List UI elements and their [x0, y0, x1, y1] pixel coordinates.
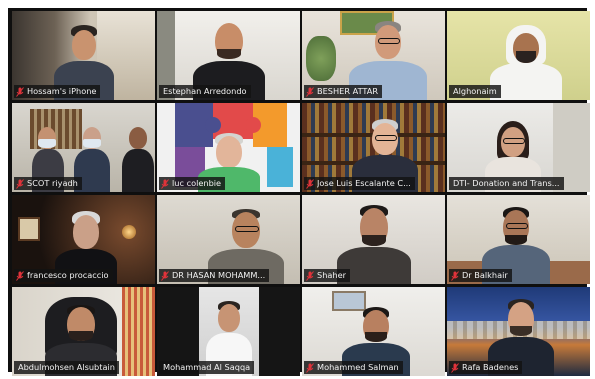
participant-name: luc colenbie — [172, 178, 222, 188]
participant-name-label: DR HASAN MOHAMM... — [159, 269, 270, 282]
video-grid: Hossam's iPhone Estephan Arredondo BESHE… — [12, 11, 590, 376]
participant-name: Jose Luis Escalante C... — [317, 178, 411, 188]
video-tile-active-speaker[interactable]: Estephan Arredondo — [157, 11, 300, 100]
video-tile[interactable]: BESHER ATTAR — [302, 11, 445, 100]
mic-muted-icon — [16, 86, 24, 97]
mic-muted-icon — [451, 270, 459, 281]
participant-name: BESHER ATTAR — [317, 86, 379, 96]
participant-name: SCOT riyadh — [27, 178, 78, 188]
participant-name: Abdulmohsen Alsubtain — [18, 362, 115, 372]
participant-name-label: Jose Luis Escalante C... — [304, 177, 415, 190]
participant-name: Shaher — [317, 270, 346, 280]
participant-name-label: Rafa Badenes — [449, 361, 523, 374]
video-gallery-frame: Hossam's iPhone Estephan Arredondo BESHE… — [8, 8, 590, 376]
video-tile[interactable]: Alghonaim — [447, 11, 590, 100]
mic-muted-icon — [161, 178, 169, 189]
video-tile[interactable]: DTI- Donation and Trans... — [447, 103, 590, 192]
video-tile[interactable]: luc colenbie — [157, 103, 300, 192]
participant-name-label: SCOT riyadh — [14, 177, 82, 190]
mic-muted-icon — [306, 362, 314, 373]
mic-muted-icon — [16, 178, 24, 189]
participant-name: Mohammed Salman — [317, 362, 399, 372]
participant-name-label: Hossam's iPhone — [14, 85, 101, 98]
participant-name: DTI- Donation and Trans... — [453, 178, 560, 188]
participant-name-label: BESHER ATTAR — [304, 85, 383, 98]
participant-name: Hossam's iPhone — [27, 86, 97, 96]
participant-name-label: Alghonaim — [449, 85, 501, 98]
participant-name: Rafa Badenes — [462, 362, 519, 372]
video-tile[interactable]: Jose Luis Escalante C... — [302, 103, 445, 192]
mic-muted-icon — [306, 270, 314, 281]
participant-name-label: DTI- Donation and Trans... — [449, 177, 564, 190]
participant-name: Estephan Arredondo — [163, 86, 247, 96]
video-tile[interactable]: Mohammed Salman — [302, 287, 445, 376]
participant-name-label: Mohammed Salman — [304, 361, 403, 374]
video-tile[interactable]: Mohammad Al Saqqa — [157, 287, 300, 376]
video-tile[interactable]: Abdulmohsen Alsubtain — [12, 287, 155, 376]
participant-name-label: francesco procaccio — [14, 269, 113, 282]
participant-name: DR HASAN MOHAMM... — [172, 270, 266, 280]
mic-muted-icon — [306, 178, 314, 189]
participant-name-label: Estephan Arredondo — [159, 85, 251, 98]
video-tile[interactable]: Rafa Badenes — [447, 287, 590, 376]
video-tile[interactable]: Shaher — [302, 195, 445, 284]
participant-name-label: luc colenbie — [159, 177, 226, 190]
participant-name: Alghonaim — [453, 86, 497, 96]
mic-muted-icon — [451, 362, 459, 373]
participant-name-label: Abdulmohsen Alsubtain — [14, 361, 119, 374]
participant-name: Mohammad Al Saqqa — [163, 362, 251, 372]
video-tile[interactable]: SCOT riyadh — [12, 103, 155, 192]
participant-name: Dr Balkhair — [462, 270, 508, 280]
participant-name-label: Dr Balkhair — [449, 269, 512, 282]
participant-name: francesco procaccio — [27, 270, 109, 280]
video-tile[interactable]: Dr Balkhair — [447, 195, 590, 284]
participant-name-label: Mohammad Al Saqqa — [159, 361, 255, 374]
mic-muted-icon — [16, 270, 24, 281]
mic-muted-icon — [306, 86, 314, 97]
participant-name-label: Shaher — [304, 269, 350, 282]
video-tile[interactable]: Hossam's iPhone — [12, 11, 155, 100]
video-tile[interactable]: DR HASAN MOHAMM... — [157, 195, 300, 284]
participant-video — [122, 127, 154, 192]
video-tile[interactable]: francesco procaccio — [12, 195, 155, 284]
mic-muted-icon — [161, 270, 169, 281]
